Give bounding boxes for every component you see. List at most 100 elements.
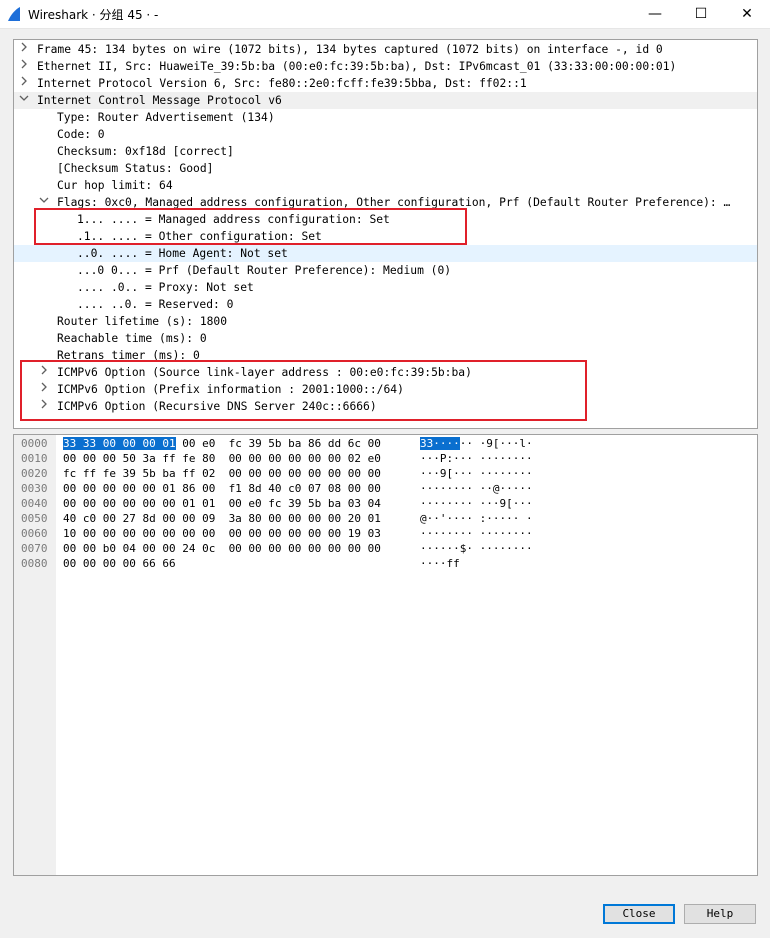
tree-row-text: Router lifetime (s): 1800 bbox=[57, 315, 228, 328]
close-window-button[interactable]: ✕ bbox=[724, 0, 770, 28]
maximize-button[interactable]: ☐ bbox=[678, 0, 724, 28]
hex-ascii-text: ···9[··· ········ bbox=[420, 467, 533, 480]
tree-row[interactable]: Ethernet II, Src: HuaweiTe_39:5b:ba (00:… bbox=[14, 58, 757, 75]
tree-row-text: Code: 0 bbox=[57, 128, 105, 141]
hex-row[interactable]: 0070 00 00 b0 04 00 00 24 0c 00 00 00 00 … bbox=[14, 541, 757, 556]
hex-ascii-text: @··'···· :····· · bbox=[420, 512, 533, 525]
title-bar: Wireshark · 分组 45 · - — ☐ ✕ bbox=[0, 0, 770, 29]
tree-row-text: [Checksum Status: Good] bbox=[57, 162, 214, 175]
packet-bytes-pane[interactable]: 0000 33 33 00 00 00 01 00 e0 fc 39 5b ba … bbox=[13, 434, 758, 876]
hex-ascii: ········ ········ bbox=[420, 526, 533, 541]
hex-bytes-text: 10 00 00 00 00 00 00 00 00 00 00 00 00 0… bbox=[63, 527, 381, 540]
hex-ascii: ········ ··@····· bbox=[420, 481, 533, 496]
hex-bytes-text: 00 00 00 00 00 01 86 00 f1 8d 40 c0 07 0… bbox=[63, 482, 381, 495]
packet-details-tree[interactable]: Frame 45: 134 bytes on wire (1072 bits),… bbox=[13, 39, 758, 429]
hex-offset: 0080 bbox=[21, 557, 48, 570]
help-button[interactable]: Help bbox=[684, 904, 756, 924]
tree-row-text: Frame 45: 134 bytes on wire (1072 bits),… bbox=[37, 43, 663, 56]
tree-row[interactable]: ...0 0... = Prf (Default Router Preferen… bbox=[14, 262, 757, 279]
tree-row-text: Internet Protocol Version 6, Src: fe80::… bbox=[37, 77, 527, 90]
hex-bytes: fc ff fe 39 5b ba ff 02 00 00 00 00 00 0… bbox=[63, 466, 381, 481]
hex-ascii: ········ ···9[··· bbox=[420, 496, 533, 511]
tree-row[interactable]: Checksum: 0xf18d [correct] bbox=[14, 143, 757, 160]
chevron-right-icon[interactable] bbox=[18, 41, 30, 58]
hex-offset: 0000 bbox=[21, 437, 48, 450]
tree-row[interactable]: ..0. .... = Home Agent: Not set bbox=[14, 245, 757, 262]
tree-row-text: ..0. .... = Home Agent: Not set bbox=[77, 247, 288, 260]
tree-row[interactable]: Reachable time (ms): 0 bbox=[14, 330, 757, 347]
tree-row-text: Reachable time (ms): 0 bbox=[57, 332, 207, 345]
hex-bytes-text: 00 00 00 00 66 66 bbox=[63, 557, 176, 570]
hex-bytes-selected: 33 33 00 00 00 01 bbox=[63, 437, 176, 450]
hex-row[interactable]: 0080 00 00 00 00 66 66 ····ff bbox=[14, 556, 757, 571]
hex-offset: 0020 bbox=[21, 467, 48, 480]
hex-row[interactable]: 0040 00 00 00 00 00 00 01 01 00 e0 fc 39 … bbox=[14, 496, 757, 511]
tree-row-text: ...0 0... = Prf (Default Router Preferen… bbox=[77, 264, 452, 277]
hex-ascii: 33······ ·9[···l· bbox=[420, 436, 533, 451]
tree-row[interactable]: Internet Protocol Version 6, Src: fe80::… bbox=[14, 75, 757, 92]
hex-ascii-text: ·· ·9[···l· bbox=[459, 437, 533, 450]
hex-bytes-text: 40 c0 00 27 8d 00 00 09 3a 80 00 00 00 0… bbox=[63, 512, 381, 525]
hex-offset: 0050 bbox=[21, 512, 48, 525]
hex-offset: 0030 bbox=[21, 482, 48, 495]
hex-ascii-text: ········ ···9[··· bbox=[420, 497, 533, 510]
hex-offset: 0010 bbox=[21, 452, 48, 465]
tree-row[interactable]: Internet Control Message Protocol v6 bbox=[14, 92, 757, 109]
tree-row[interactable]: Frame 45: 134 bytes on wire (1072 bits),… bbox=[14, 41, 757, 58]
hex-ascii: ······$· ········ bbox=[420, 541, 533, 556]
hex-ascii: @··'···· :····· · bbox=[420, 511, 533, 526]
tree-row[interactable]: [Checksum Status: Good] bbox=[14, 160, 757, 177]
hex-ascii-text: ····ff bbox=[420, 557, 460, 570]
hex-bytes: 00 00 00 50 3a ff fe 80 00 00 00 00 00 0… bbox=[63, 451, 381, 466]
hex-offset: 0070 bbox=[21, 542, 48, 555]
tree-row-text: Cur hop limit: 64 bbox=[57, 179, 173, 192]
window-title: Wireshark · 分组 45 · - bbox=[28, 8, 159, 22]
hex-bytes: 33 33 00 00 00 01 00 e0 fc 39 5b ba 86 d… bbox=[63, 436, 381, 451]
hex-bytes-text: fc ff fe 39 5b ba ff 02 00 00 00 00 00 0… bbox=[63, 467, 381, 480]
close-button[interactable]: Close bbox=[603, 904, 675, 924]
tree-row-text: Type: Router Advertisement (134) bbox=[57, 111, 275, 124]
tree-row[interactable]: .... .0.. = Proxy: Not set bbox=[14, 279, 757, 296]
hex-row[interactable]: 0020 fc ff fe 39 5b ba ff 02 00 00 00 00 … bbox=[14, 466, 757, 481]
tree-row-text: .... ..0. = Reserved: 0 bbox=[77, 298, 234, 311]
hex-bytes-text: 00 00 b0 04 00 00 24 0c 00 00 00 00 00 0… bbox=[63, 542, 381, 555]
chevron-down-icon[interactable] bbox=[18, 92, 30, 109]
tree-row-text: Ethernet II, Src: HuaweiTe_39:5b:ba (00:… bbox=[37, 60, 677, 73]
tree-row-text: Internet Control Message Protocol v6 bbox=[37, 94, 282, 107]
hex-ascii: ···9[··· ········ bbox=[420, 466, 533, 481]
tree-row[interactable]: .... ..0. = Reserved: 0 bbox=[14, 296, 757, 313]
hex-row[interactable]: 0030 00 00 00 00 00 01 86 00 f1 8d 40 c0 … bbox=[14, 481, 757, 496]
hex-row[interactable]: 0000 33 33 00 00 00 01 00 e0 fc 39 5b ba … bbox=[14, 436, 757, 451]
tree-row-text: Checksum: 0xf18d [correct] bbox=[57, 145, 234, 158]
hex-ascii: ····ff bbox=[420, 556, 460, 571]
hex-ascii: ···P:··· ········ bbox=[420, 451, 533, 466]
hex-ascii-selected: 33···· bbox=[420, 437, 460, 450]
chevron-right-icon[interactable] bbox=[18, 58, 30, 75]
wireshark-fin-icon bbox=[8, 7, 20, 21]
hex-offset: 0060 bbox=[21, 527, 48, 540]
hex-row[interactable]: 0060 10 00 00 00 00 00 00 00 00 00 00 00 … bbox=[14, 526, 757, 541]
chevron-right-icon[interactable] bbox=[18, 75, 30, 92]
tree-row[interactable]: Type: Router Advertisement (134) bbox=[14, 109, 757, 126]
hex-bytes: 10 00 00 00 00 00 00 00 00 00 00 00 00 0… bbox=[63, 526, 381, 541]
hex-ascii-text: ········ ········ bbox=[420, 527, 533, 540]
annotation-box-options bbox=[20, 360, 587, 421]
hex-offset: 0040 bbox=[21, 497, 48, 510]
hex-ascii-text: ······$· ········ bbox=[420, 542, 533, 555]
tree-row-text: .... .0.. = Proxy: Not set bbox=[77, 281, 254, 294]
hex-ascii-text: ···P:··· ········ bbox=[420, 452, 533, 465]
hex-row[interactable]: 0010 00 00 00 50 3a ff fe 80 00 00 00 00 … bbox=[14, 451, 757, 466]
annotation-box-flags bbox=[34, 208, 467, 245]
tree-row[interactable]: Code: 0 bbox=[14, 126, 757, 143]
tree-row[interactable]: Router lifetime (s): 1800 bbox=[14, 313, 757, 330]
hex-ascii-text: ········ ··@····· bbox=[420, 482, 533, 495]
hex-bytes-text: 00 00 00 00 00 00 01 01 00 e0 fc 39 5b b… bbox=[63, 497, 381, 510]
tree-row[interactable]: Cur hop limit: 64 bbox=[14, 177, 757, 194]
hex-bytes: 00 00 b0 04 00 00 24 0c 00 00 00 00 00 0… bbox=[63, 541, 381, 556]
hex-bytes: 40 c0 00 27 8d 00 00 09 3a 80 00 00 00 0… bbox=[63, 511, 381, 526]
hex-bytes: 00 00 00 00 00 00 01 01 00 e0 fc 39 5b b… bbox=[63, 496, 381, 511]
hex-bytes: 00 00 00 00 66 66 bbox=[63, 556, 176, 571]
hex-row[interactable]: 0050 40 c0 00 27 8d 00 00 09 3a 80 00 00 … bbox=[14, 511, 757, 526]
hex-bytes: 00 00 00 00 00 01 86 00 f1 8d 40 c0 07 0… bbox=[63, 481, 381, 496]
minimize-button[interactable]: — bbox=[632, 0, 678, 28]
